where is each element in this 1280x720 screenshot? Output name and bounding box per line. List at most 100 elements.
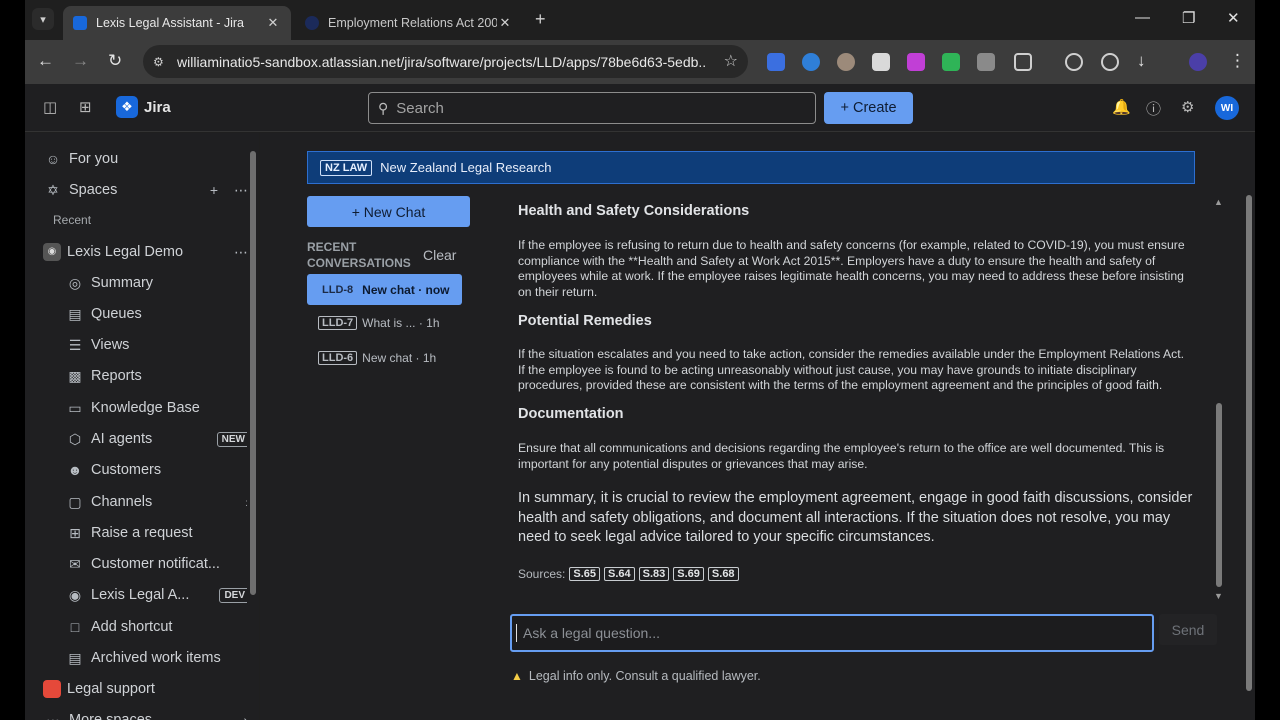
section-heading: Health and Safety Considerations [518, 203, 750, 219]
source-chip[interactable]: S.65 [569, 567, 600, 581]
new-tab-icon[interactable]: + [535, 9, 546, 30]
more-icon: ⋯ [46, 711, 60, 720]
chart-icon: ▩ [68, 367, 82, 384]
profile-avatar-icon[interactable] [1189, 53, 1207, 71]
conversation-item[interactable]: LLD-8 New chat · now [307, 274, 462, 305]
sidebar-item-add-shortcut[interactable]: □ Add shortcut [65, 614, 250, 640]
scrollbar-thumb[interactable] [250, 151, 256, 595]
sidebar-item-views[interactable]: ☰ Views [65, 332, 250, 358]
history-icon[interactable] [1101, 53, 1119, 71]
user-avatar[interactable]: WI [1215, 96, 1239, 120]
nz-law-banner: NZ LAW New Zealand Legal Research [307, 151, 1195, 184]
sidebar-item-reports[interactable]: ▩ Reports [65, 363, 250, 389]
sidebar-item-more-spaces[interactable]: ⋯ More spaces › [43, 707, 248, 720]
sidebar-item-spaces[interactable]: ✡ Spaces + ⋯ [43, 177, 248, 203]
tab-title: Lexis Legal Assistant - Jira [96, 16, 244, 30]
conversation-key: LLD-7 [318, 315, 358, 330]
browser-tab-jira[interactable]: Lexis Legal Assistant - Jira ✕ [63, 6, 291, 40]
clear-button[interactable]: Clear [423, 247, 456, 263]
extensions-puzzle-icon[interactable] [1014, 53, 1032, 71]
sidebar-item-project[interactable]: ◉ Lexis Legal Demo ⋯ [43, 239, 248, 265]
new-chat-button[interactable]: + New Chat [307, 196, 470, 227]
extension-mask-icon[interactable] [837, 53, 855, 71]
sidebar-item-customers[interactable]: ☻ Customers [65, 457, 250, 483]
tab-search-button[interactable]: ▾ [32, 8, 54, 30]
scrollbar-thumb[interactable] [1246, 195, 1252, 691]
sidebar-item-customer-notifications[interactable]: ✉ Customer notificat... [65, 551, 250, 577]
sidebar-item-channels[interactable]: ▢ Channels › [65, 489, 250, 515]
send-button[interactable]: Send [1159, 614, 1217, 645]
conversation-item[interactable]: LLD-6 New chat · 1h [307, 342, 462, 373]
source-chip[interactable]: S.69 [673, 567, 704, 581]
jira-top-nav: ◫ ⊞ ❖ Jira ⚲ Search + Create 🔔 ⓘ ⚙ WI [25, 84, 1255, 132]
extension-camera-icon[interactable] [977, 53, 995, 71]
jira-favicon-icon [73, 16, 87, 30]
search-placeholder: Search [396, 99, 444, 117]
chat-scrollbar[interactable]: ▲ ▼ [1213, 197, 1225, 603]
sidebar-toggle-icon[interactable]: ◫ [43, 98, 57, 116]
add-space-icon[interactable]: + [210, 182, 218, 198]
source-chip[interactable]: S.64 [604, 567, 635, 581]
jira-app-name[interactable]: Jira [144, 99, 171, 116]
sidebar-item-archived[interactable]: ▤ Archived work items [65, 645, 250, 671]
tab-title: Employment Relations Act 2000 [328, 16, 497, 30]
forward-icon[interactable]: → [72, 51, 89, 71]
sidebar-item-queues[interactable]: ▤ Queues [65, 301, 250, 327]
sidebar-item-label: Reports [91, 368, 142, 384]
browser-tab-legislation[interactable]: Employment Relations Act 2000 ✕ [295, 6, 523, 40]
close-tab-icon[interactable]: ✕ [265, 15, 281, 31]
minimize-icon[interactable]: — [1135, 9, 1150, 26]
extension-cursor-icon[interactable] [872, 53, 890, 71]
sidebar-item-ai-agents[interactable]: ⬡ AI agents NEW [65, 426, 250, 452]
more-options-icon[interactable]: ⋯ [234, 182, 248, 199]
source-chip[interactable]: S.68 [707, 567, 739, 581]
bookmark-star-icon[interactable]: ☆ [724, 51, 738, 71]
warning-icon: ▲ [511, 669, 523, 683]
sidebar-item-label: Summary [91, 275, 154, 291]
conversation-text: What is ... · 1h [362, 315, 440, 330]
scroll-down-icon[interactable]: ▼ [1214, 591, 1223, 601]
question-input[interactable]: Ask a legal question... [510, 614, 1154, 652]
app-switcher-icon[interactable]: ⊞ [79, 98, 92, 116]
sidebar-item-lexis-app[interactable]: ◉ Lexis Legal A... DEV [65, 582, 250, 608]
settings-gear-icon[interactable]: ⚙ [1181, 98, 1194, 116]
reload-icon[interactable]: ↻ [108, 51, 122, 71]
person-circle-icon: ☺ [45, 151, 61, 167]
sidebar: ☺ For you ✡ Spaces + ⋯ Recent ◉ Lexis Le… [25, 133, 259, 720]
close-window-icon[interactable]: ✕ [1227, 9, 1240, 27]
extension-shield-icon[interactable] [942, 53, 960, 71]
page-scrollbar[interactable] [1243, 133, 1255, 720]
maximize-icon[interactable]: ❐ [1182, 9, 1195, 27]
site-info-icon[interactable]: ⚙ [153, 55, 171, 69]
sidebar-item-raise-request[interactable]: ⊞ Raise a request [65, 520, 250, 546]
address-bar[interactable]: ⚙ williaminatio5-sandbox.atlassian.net/j… [143, 45, 748, 78]
back-icon[interactable]: ← [37, 51, 54, 71]
extension-play-icon[interactable] [907, 53, 925, 71]
search-input[interactable]: ⚲ Search [368, 92, 816, 124]
scroll-up-icon[interactable]: ▲ [1214, 197, 1223, 207]
sidebar-item-summary[interactable]: ◎ Summary [65, 270, 250, 296]
assistant-message: Health and Safety Considerations If the … [518, 203, 1193, 613]
passwords-key-icon[interactable] [1065, 53, 1083, 71]
download-icon[interactable]: ↓ [1137, 51, 1146, 71]
more-options-icon[interactable]: ⋯ [234, 244, 248, 261]
help-icon[interactable]: ⓘ [1146, 98, 1161, 119]
conversation-item[interactable]: LLD-7 What is ... · 1h [307, 307, 462, 338]
list-icon: ☰ [68, 336, 82, 353]
extension-audio-icon[interactable] [802, 53, 820, 71]
main-content: NZ LAW New Zealand Legal Research + New … [260, 133, 1245, 720]
sidebar-item-legal-support[interactable]: Legal support [43, 676, 248, 702]
notifications-bell-icon[interactable]: 🔔 [1112, 98, 1131, 116]
sidebar-item-knowledge-base[interactable]: ▭ Knowledge Base [65, 395, 250, 421]
mail-icon: ✉ [69, 555, 81, 572]
create-button[interactable]: + Create [824, 92, 913, 124]
sidebar-scrollbar[interactable] [247, 133, 259, 720]
jira-logo-icon[interactable]: ❖ [116, 96, 138, 118]
close-tab-icon[interactable]: ✕ [497, 15, 513, 31]
scrollbar-thumb[interactable] [1216, 403, 1222, 587]
sidebar-item-for-you[interactable]: ☺ For you [43, 146, 248, 172]
extension-bookmark-icon[interactable] [767, 53, 785, 71]
globe-icon: ◎ [68, 274, 82, 291]
browser-menu-icon[interactable]: ⋮ [1229, 51, 1246, 71]
source-chip[interactable]: S.83 [638, 567, 670, 581]
